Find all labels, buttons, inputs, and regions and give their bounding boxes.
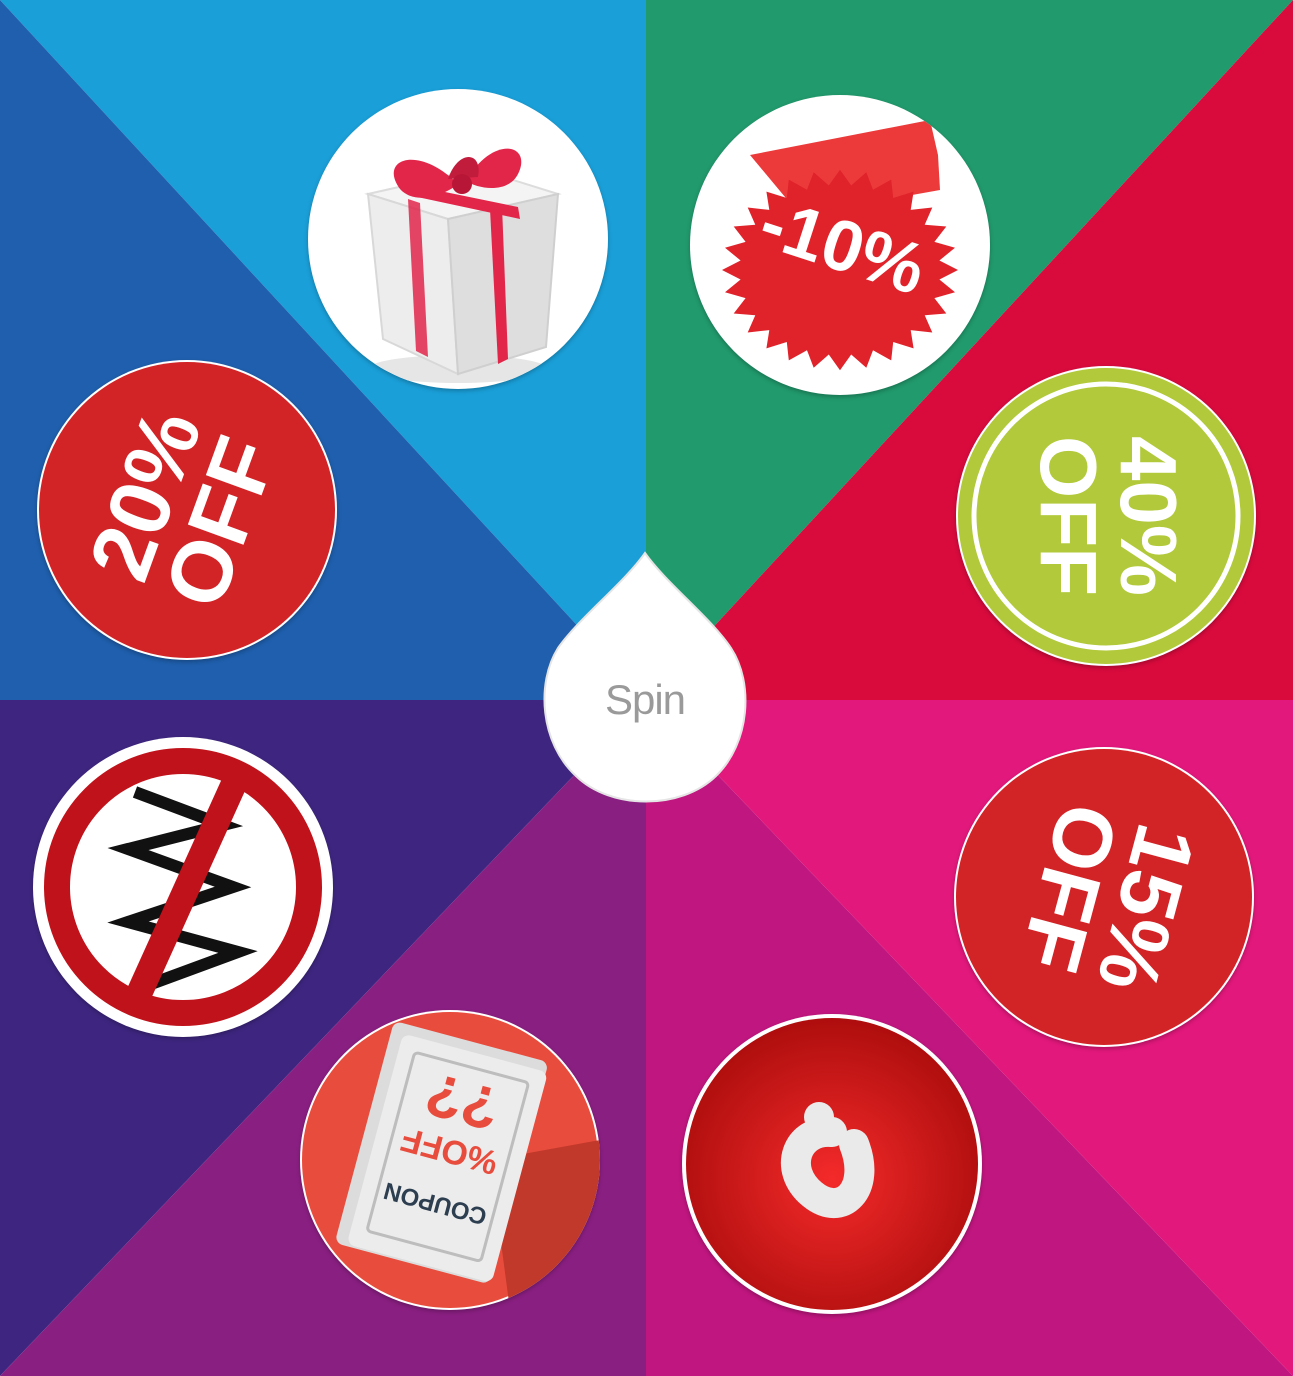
forty-percent-line2: OFF <box>1024 436 1113 596</box>
spin-button[interactable]: Spin <box>536 548 754 813</box>
prize-coupon: COUPON %OFF ?? <box>300 1010 600 1310</box>
red-sticker-icon: 20% OFF <box>39 362 335 658</box>
prize-mystery <box>682 1014 982 1314</box>
prize-forty-percent-off: 40% OFF <box>956 366 1256 666</box>
green-sticker-icon: 40% OFF <box>958 368 1254 664</box>
forty-percent-line1: 40% <box>1104 436 1193 596</box>
prize-gift-box <box>308 89 608 389</box>
prize-no-win <box>33 737 333 1037</box>
starburst-sticker-icon: -10% <box>722 120 958 371</box>
coupon-icon: COUPON %OFF ?? <box>302 1012 600 1310</box>
prize-fifteen-percent-off: 15% OFF <box>954 747 1254 1047</box>
question-mark-icon <box>686 1018 978 1310</box>
red-sticker-icon: 15% OFF <box>956 749 1252 1045</box>
gift-box-icon <box>364 148 562 383</box>
prize-wheel: -10% 40% OFF 15% OFF COUPON %OFF ?? 20% … <box>0 0 1293 1376</box>
prohibited-icon <box>37 741 329 1033</box>
prize-twenty-percent-off: 20% OFF <box>37 360 337 660</box>
spin-label[interactable]: Spin <box>536 676 754 724</box>
prize-ten-percent-off: -10% <box>690 95 990 395</box>
